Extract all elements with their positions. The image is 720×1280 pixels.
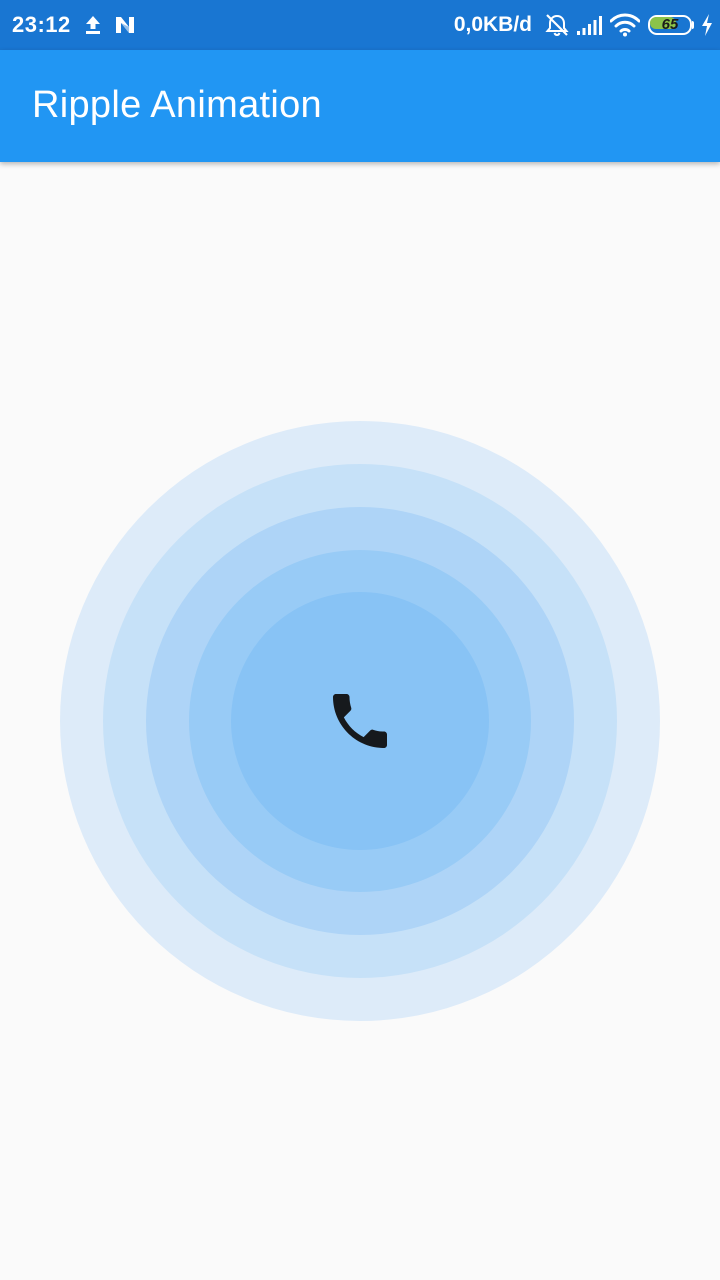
battery-indicator: 65: [648, 15, 694, 35]
battery-tip: [692, 21, 694, 29]
status-bar: 23:12 0,0KB/d 65: [0, 0, 720, 50]
n-notification-icon: [116, 17, 134, 33]
alarm-off-icon: [545, 14, 569, 37]
charging-icon: [702, 14, 712, 36]
app-bar: Ripple Animation: [0, 50, 720, 162]
phone-icon[interactable]: [324, 685, 396, 757]
upload-icon: [86, 16, 100, 34]
signal-icon: [577, 16, 602, 35]
network-speed: 0,0KB/d: [453, 13, 532, 36]
status-right: 0,0KB/d 65: [454, 11, 714, 39]
battery-level: 65: [661, 16, 679, 33]
app-title: Ripple Animation: [32, 84, 322, 126]
status-left-icons: [84, 14, 148, 36]
wifi-icon: [610, 13, 640, 37]
status-time: 23:12: [12, 12, 71, 37]
ripple-animation[interactable]: [60, 421, 660, 1021]
